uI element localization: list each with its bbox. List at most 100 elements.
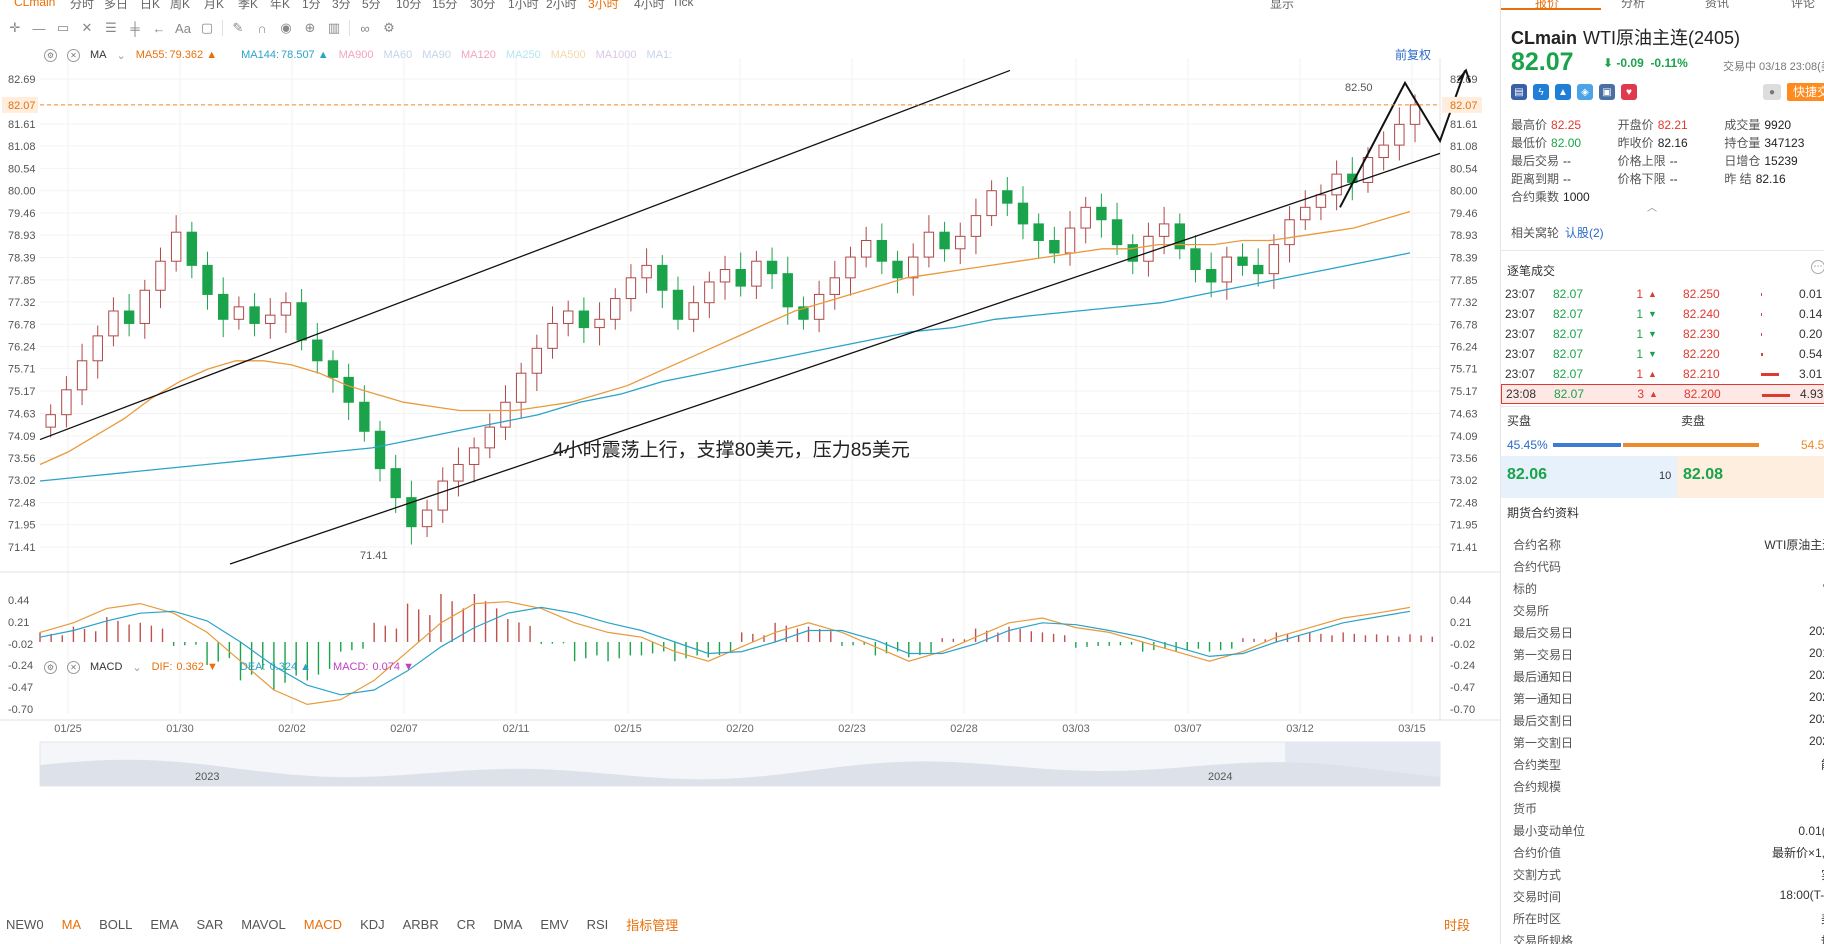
ind-8[interactable]: ARBR bbox=[403, 917, 439, 932]
comment-icon[interactable]: ▢ bbox=[198, 19, 216, 37]
text-tool-icon[interactable]: Aa bbox=[174, 19, 192, 37]
adjust-button[interactable]: 前复权 bbox=[1395, 46, 1431, 63]
stat-value: 82.16 bbox=[1755, 172, 1786, 186]
more-icon[interactable]: ⋯ bbox=[1811, 260, 1824, 274]
lock-icon[interactable]: ⊕ bbox=[301, 19, 319, 37]
ind-1[interactable]: MA bbox=[62, 917, 82, 932]
dea-value: 0.324 ▲ bbox=[269, 661, 312, 673]
arrow-tool-icon[interactable]: ← bbox=[150, 19, 168, 37]
ind-6[interactable]: MACD bbox=[304, 917, 342, 932]
gear-icon[interactable]: ⚙ bbox=[44, 48, 57, 62]
period-10[interactable]: 10分 bbox=[396, 0, 421, 10]
close-icon[interactable]: ✕ bbox=[67, 660, 80, 674]
period-12[interactable]: 30分 bbox=[470, 0, 495, 10]
pen-icon[interactable]: ✎ bbox=[229, 19, 247, 37]
doc-icon[interactable]: ▣ bbox=[1599, 84, 1615, 100]
symbol-tab[interactable]: CLmain bbox=[14, 0, 55, 9]
down-arrow-icon: ⬇ bbox=[1603, 56, 1614, 70]
chevron-down-icon[interactable]: ⌄ bbox=[132, 661, 141, 674]
period-4[interactable]: 月K bbox=[204, 0, 224, 10]
ind-7[interactable]: KDJ bbox=[360, 917, 385, 932]
period-2[interactable]: 日K bbox=[140, 0, 160, 10]
candle-body bbox=[45, 414, 56, 428]
magnet-icon[interactable]: ∩ bbox=[253, 19, 271, 37]
tick-row[interactable]: 23:07 82.07 1 ▼ 82.220 0.54 bbox=[1501, 344, 1824, 364]
ind-2[interactable]: BOLL bbox=[99, 917, 132, 932]
fib-tool-icon[interactable]: ✕ bbox=[78, 19, 96, 37]
period-5[interactable]: 季K bbox=[238, 0, 258, 10]
contract-info: 合约名称 WTI原油主连(2405) 合约代码CLmain标的WTI原油交易所NYM… bbox=[1501, 532, 1824, 944]
info-row: 合约类型能源化工 bbox=[1501, 752, 1824, 774]
macd-tick-left: -0.70 bbox=[8, 704, 33, 716]
related-link[interactable]: 认股(2) bbox=[1565, 226, 1604, 240]
tab-indicator bbox=[1501, 8, 1601, 10]
x-tick-label: 02/23 bbox=[838, 723, 866, 735]
tab-review[interactable]: 评论 bbox=[1791, 0, 1815, 10]
lightning-icon[interactable]: ϟ bbox=[1533, 84, 1549, 100]
crosshair-icon[interactable]: ✛ bbox=[6, 19, 24, 37]
period-13[interactable]: 1小时 bbox=[508, 0, 539, 10]
tick-row[interactable]: 23:07 82.07 1 ▲ 82.250 0.01 bbox=[1501, 284, 1824, 304]
ind-12[interactable]: RSI bbox=[587, 917, 609, 932]
measure-tool-icon[interactable]: ╪ bbox=[126, 19, 144, 37]
period-7[interactable]: 1分 bbox=[302, 0, 321, 10]
ind-11[interactable]: EMV bbox=[540, 917, 568, 932]
ind-4[interactable]: SAR bbox=[196, 917, 223, 932]
period-0[interactable]: 分时 bbox=[70, 0, 94, 10]
tick-row[interactable]: 23:07 82.07 1 ▼ 82.230 0.20 bbox=[1501, 324, 1824, 344]
macd-title[interactable]: MACD bbox=[90, 661, 122, 673]
ma-title[interactable]: MA bbox=[90, 49, 107, 61]
line-tool-icon[interactable]: — bbox=[30, 19, 48, 37]
period-6[interactable]: 年K bbox=[270, 0, 290, 10]
gear-icon[interactable]: ⚙ bbox=[44, 660, 57, 674]
indicator-manager-button[interactable]: 指标管理 bbox=[626, 915, 678, 934]
quick-trade-button[interactable]: 快捷交 bbox=[1787, 83, 1824, 101]
macd-value: 0.074 ▼ bbox=[372, 661, 414, 673]
period-16[interactable]: 4小时 bbox=[634, 0, 665, 10]
tag-icon[interactable]: ◈ bbox=[1577, 84, 1593, 100]
period-11[interactable]: 15分 bbox=[432, 0, 457, 10]
tick-list[interactable]: 23:07 82.07 1 ▲ 82.250 0.01 23:07 82.07 1 ▼ 82.240… bbox=[1501, 284, 1824, 404]
candle-body bbox=[1080, 206, 1091, 229]
chevron-down-icon[interactable]: ⌄ bbox=[117, 49, 126, 62]
ask-ratio: 54.5 bbox=[1801, 438, 1824, 452]
bell-icon[interactable]: ● bbox=[1763, 84, 1781, 100]
trash-icon[interactable]: ▥ bbox=[325, 19, 343, 37]
ind-10[interactable]: DMA bbox=[494, 917, 523, 932]
period-17[interactable]: Tick bbox=[672, 0, 694, 9]
period-9[interactable]: 5分 bbox=[362, 0, 381, 10]
tick-row[interactable]: 23:07 82.07 1 ▲ 82.210 3.01 bbox=[1501, 364, 1824, 384]
ind-5[interactable]: MAVOL bbox=[241, 917, 286, 932]
period-14[interactable]: 2小时 bbox=[546, 0, 577, 10]
chevron-up-icon[interactable]: ︿ bbox=[1647, 199, 1657, 214]
ind-3[interactable]: EMA bbox=[150, 917, 178, 932]
period-1[interactable]: 多日 bbox=[104, 0, 128, 10]
chart-svg[interactable]: 01/25 01/30 02/02 02/07 02/11 02/15 02/20 02/23… bbox=[0, 44, 1500, 944]
tab-analysis[interactable]: 分析 bbox=[1621, 0, 1645, 10]
shape-tool-icon[interactable]: ▭ bbox=[54, 19, 72, 37]
eye-icon[interactable]: ◉ bbox=[277, 19, 295, 37]
candle-body bbox=[641, 264, 652, 279]
ind-9[interactable]: CR bbox=[457, 917, 476, 932]
candle-body bbox=[594, 318, 605, 329]
timezone-button[interactable]: 时段 bbox=[1444, 915, 1470, 934]
period-15[interactable]: 3小时 bbox=[588, 0, 619, 10]
chart-badge-icon[interactable]: ▲ bbox=[1555, 84, 1571, 100]
heart-icon[interactable]: ♥ bbox=[1621, 84, 1637, 100]
depth-bar bbox=[1761, 293, 1762, 296]
display-menu[interactable]: 显示 bbox=[1270, 0, 1294, 10]
tick-row[interactable]: 23:08 82.07 3 ▲ 82.200 4.93 bbox=[1501, 384, 1824, 404]
close-icon[interactable]: ✕ bbox=[67, 48, 80, 62]
link-icon[interactable]: ∞ bbox=[356, 19, 374, 37]
chart-area[interactable]: 01/25 01/30 02/02 02/07 02/11 02/15 02/20 02/23… bbox=[0, 44, 1500, 944]
depth-volume: 0.01 bbox=[1799, 287, 1823, 301]
ma55-line bbox=[39, 210, 1411, 466]
period-8[interactable]: 3分 bbox=[332, 0, 351, 10]
tab-news[interactable]: 资讯 bbox=[1705, 0, 1729, 10]
ind-0[interactable]: NEW0 bbox=[6, 917, 44, 932]
settings-icon[interactable]: ⚙ bbox=[380, 19, 398, 37]
macd-tick-right: 0.21 bbox=[1450, 617, 1471, 629]
channel-tool-icon[interactable]: ☰ bbox=[102, 19, 120, 37]
tick-row[interactable]: 23:07 82.07 1 ▼ 82.240 0.14 bbox=[1501, 304, 1824, 324]
period-3[interactable]: 周K bbox=[170, 0, 190, 10]
